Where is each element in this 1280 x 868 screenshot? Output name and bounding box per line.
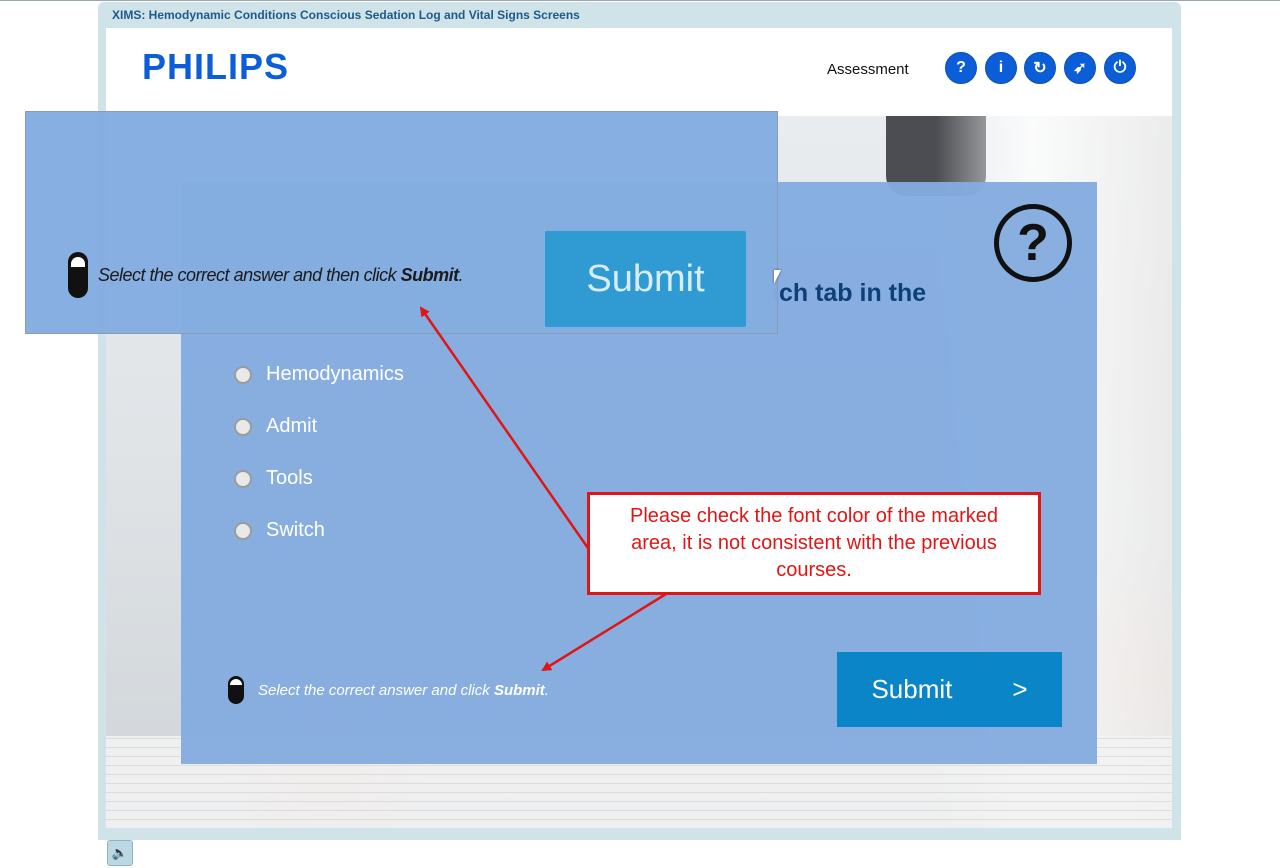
audio-button[interactable]: 🔈 <box>107 840 133 866</box>
help-button[interactable]: ? <box>945 52 977 84</box>
question-mark-icon: ? <box>994 204 1072 282</box>
mouse-cursor-icon <box>774 270 781 284</box>
speaker-icon: 🔈 <box>111 845 129 860</box>
zoom-instruction-bold: Submit <box>400 264 460 285</box>
instruction-text: Select the correct answer and click Subm… <box>228 676 549 704</box>
option-label: Tools <box>266 467 313 489</box>
option-admit[interactable]: Admit <box>234 415 317 438</box>
instruction-prefix: Select the correct answer and click <box>258 681 494 699</box>
submit-label: Submit <box>871 674 953 704</box>
info-icon: i <box>998 59 1004 76</box>
section-title: Assessment <box>827 61 909 78</box>
exit-button[interactable]: ⏻ <box>1104 52 1136 84</box>
radio-button[interactable] <box>234 521 252 540</box>
option-hemodynamics[interactable]: Hemodynamics <box>234 363 404 386</box>
option-switch[interactable]: Switch <box>234 519 325 542</box>
option-tools[interactable]: Tools <box>234 467 313 490</box>
instruction-bold: Submit <box>493 681 545 699</box>
radio-button[interactable] <box>234 417 252 436</box>
question-text: ich tab in the <box>772 279 927 307</box>
zoom-instruction-suffix: . <box>458 264 464 285</box>
power-icon: ⏻ <box>1113 59 1127 76</box>
review-callout: Please check the font color of the marke… <box>587 492 1041 595</box>
submit-button[interactable]: Submit > <box>837 652 1062 727</box>
info-button[interactable]: i <box>985 52 1017 84</box>
zoom-submit-label: Submit <box>586 257 705 300</box>
compass-icon: ➶ <box>1073 60 1087 77</box>
help-icon: ? <box>956 59 966 76</box>
option-label: Switch <box>266 519 325 541</box>
chevron-right-icon: > <box>1012 674 1028 704</box>
option-label: Hemodynamics <box>266 363 404 385</box>
navigate-button[interactable]: ➶ <box>1064 52 1096 84</box>
top-border <box>0 0 1280 1</box>
radio-button[interactable] <box>234 365 252 384</box>
radio-button[interactable] <box>234 469 252 488</box>
window-title: XIMS: Hemodynamic Conditions Conscious S… <box>112 8 580 22</box>
mouse-icon <box>68 252 88 298</box>
philips-logo: PHILIPS <box>142 46 290 87</box>
instruction-suffix: . <box>544 681 549 699</box>
zoom-submit-button: Submit <box>545 231 746 327</box>
mouse-icon <box>228 676 244 704</box>
option-label: Admit <box>266 415 318 437</box>
replay-icon: ↻ <box>1033 60 1047 77</box>
zoom-instruction-prefix: Select the correct answer and then click <box>98 264 401 285</box>
replay-button[interactable]: ↻ <box>1024 52 1056 84</box>
zoom-instruction: Select the correct answer and then click… <box>68 252 464 298</box>
